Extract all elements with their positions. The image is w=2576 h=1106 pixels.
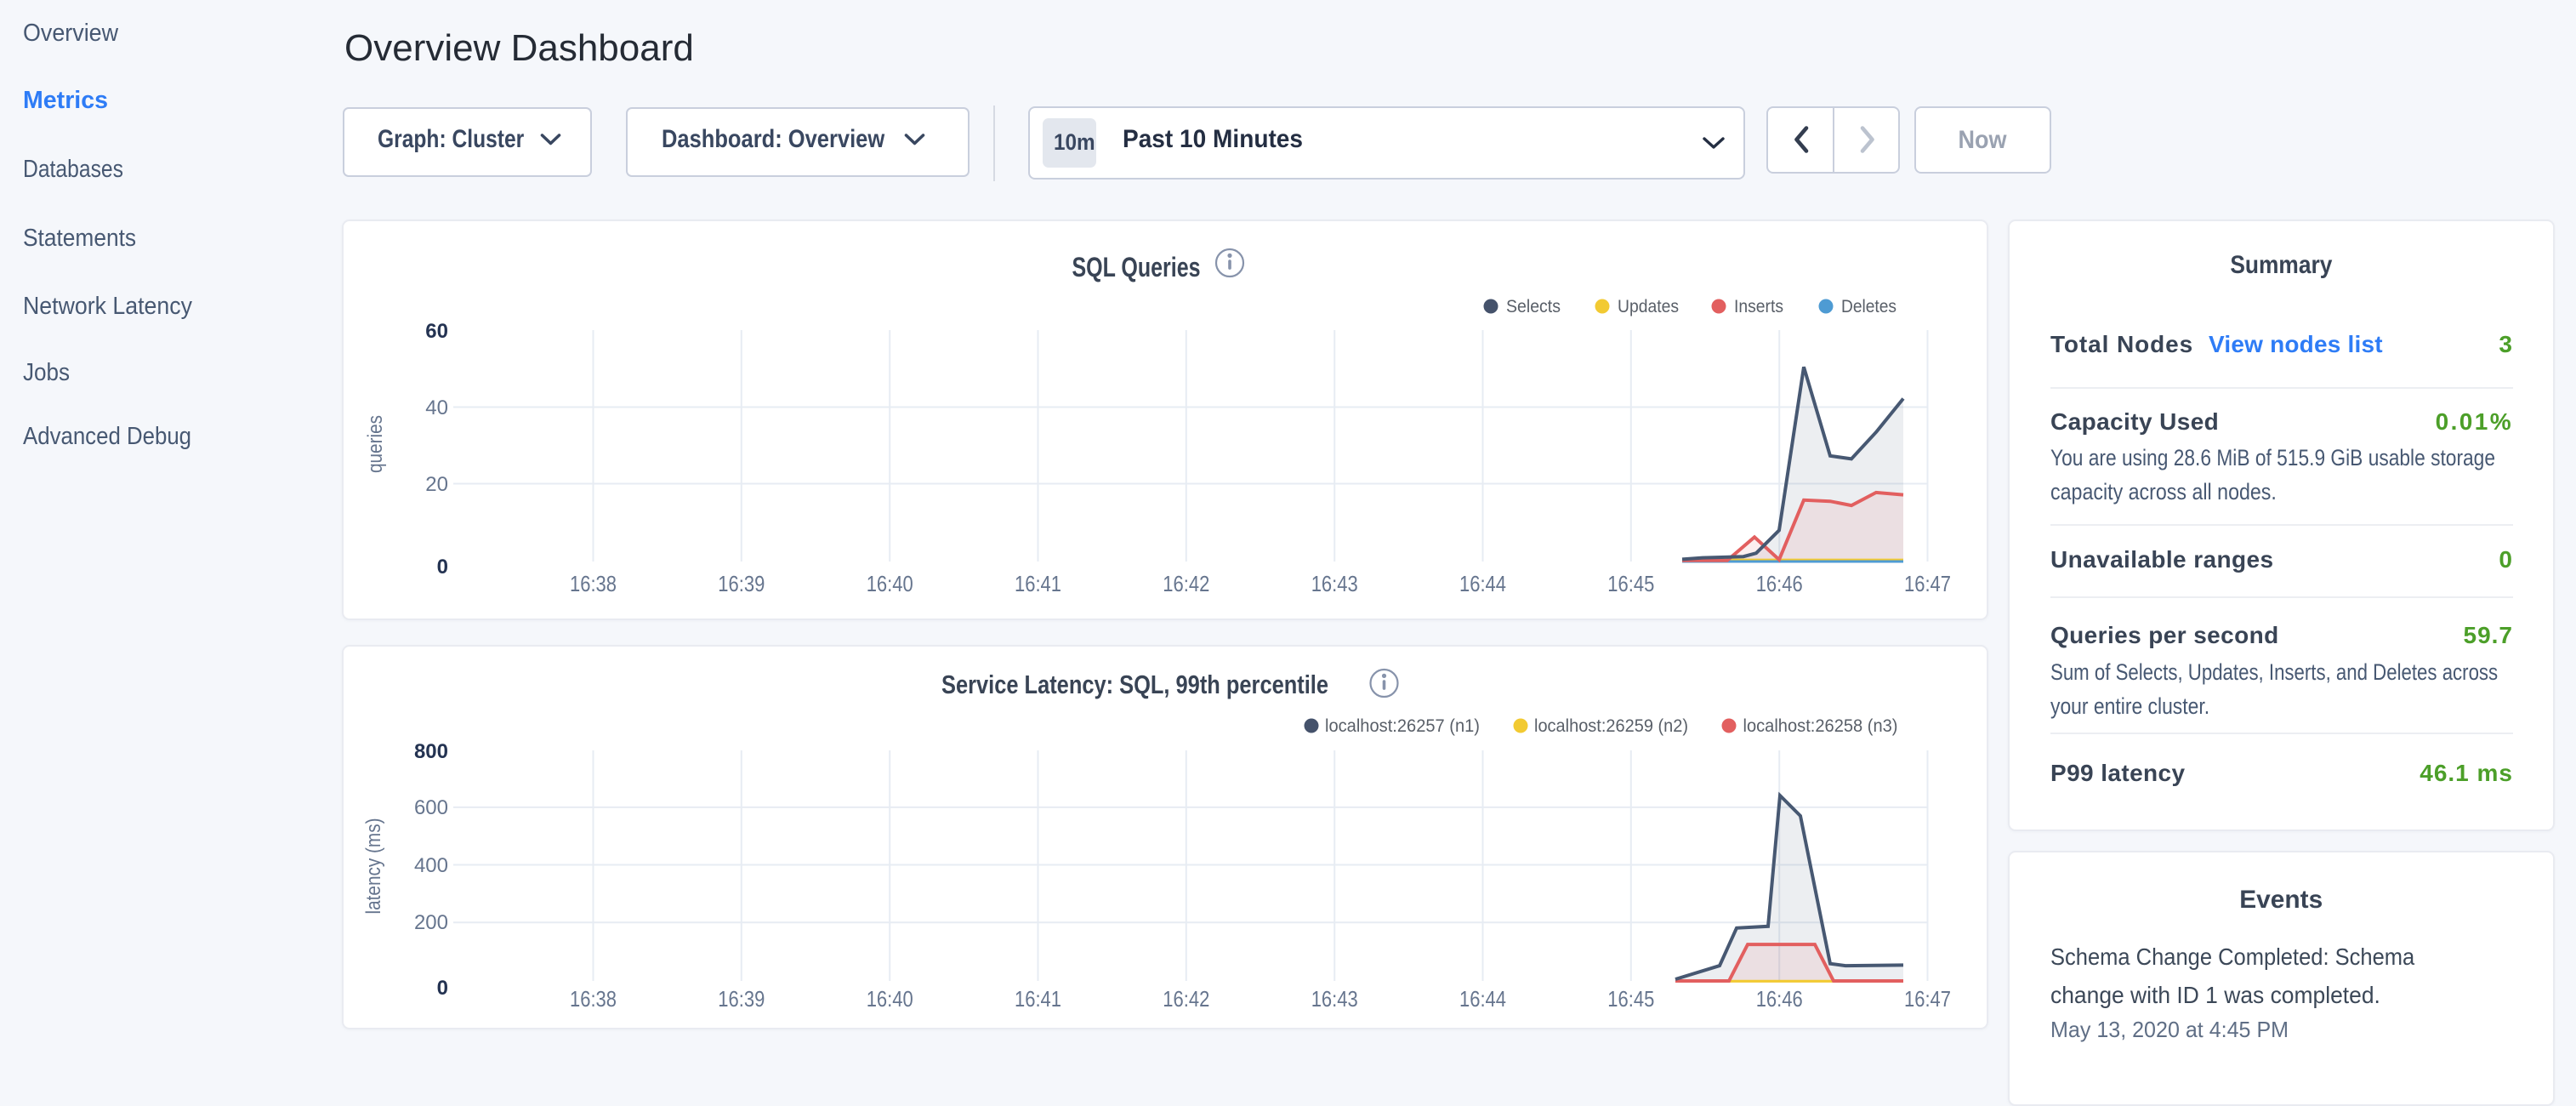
svg-text:16:38: 16:38 <box>570 571 617 596</box>
svg-text:16:41: 16:41 <box>1015 571 1061 596</box>
svg-text:16:46: 16:46 <box>1756 571 1803 596</box>
svg-text:16:39: 16:39 <box>718 571 765 596</box>
svg-text:800: 800 <box>414 740 448 763</box>
svg-text:Selects: Selects <box>1506 296 1561 316</box>
svg-text:16:42: 16:42 <box>1163 986 1209 1012</box>
svg-text:16:40: 16:40 <box>867 571 913 596</box>
svg-text:60: 60 <box>425 320 448 343</box>
svg-text:Service Latency: SQL, 99th per: Service Latency: SQL, 99th percentile <box>941 670 1328 699</box>
svg-text:16:44: 16:44 <box>1459 571 1506 596</box>
svg-text:localhost:26259 (n2): localhost:26259 (n2) <box>1534 715 1688 736</box>
svg-text:16:43: 16:43 <box>1311 571 1358 596</box>
svg-text:16:43: 16:43 <box>1311 986 1358 1012</box>
svg-text:16:42: 16:42 <box>1163 571 1209 596</box>
svg-text:SQL Queries: SQL Queries <box>1072 252 1201 282</box>
svg-text:queries: queries <box>364 415 387 473</box>
svg-text:Deletes: Deletes <box>1841 296 1896 316</box>
svg-text:16:41: 16:41 <box>1015 986 1061 1012</box>
svg-text:600: 600 <box>414 796 448 819</box>
svg-text:16:40: 16:40 <box>867 986 913 1012</box>
svg-text:latency (ms): latency (ms) <box>362 818 385 915</box>
svg-text:16:47: 16:47 <box>1904 986 1951 1012</box>
svg-text:Updates: Updates <box>1618 296 1679 316</box>
svg-text:16:47: 16:47 <box>1904 571 1951 596</box>
svg-text:16:38: 16:38 <box>570 986 617 1012</box>
svg-text:200: 200 <box>414 911 448 934</box>
svg-text:0: 0 <box>437 977 448 1000</box>
svg-text:16:39: 16:39 <box>718 986 765 1012</box>
svg-text:0: 0 <box>437 556 448 579</box>
svg-text:16:45: 16:45 <box>1607 986 1654 1012</box>
svg-text:16:45: 16:45 <box>1607 571 1654 596</box>
svg-text:16:44: 16:44 <box>1459 986 1506 1012</box>
svg-text:localhost:26257 (n1): localhost:26257 (n1) <box>1325 715 1480 736</box>
svg-text:16:46: 16:46 <box>1756 986 1803 1012</box>
svg-text:400: 400 <box>414 854 448 877</box>
svg-text:20: 20 <box>425 473 448 496</box>
svg-text:40: 40 <box>425 396 448 419</box>
svg-text:localhost:26258 (n3): localhost:26258 (n3) <box>1743 715 1898 736</box>
svg-text:Inserts: Inserts <box>1734 296 1783 316</box>
